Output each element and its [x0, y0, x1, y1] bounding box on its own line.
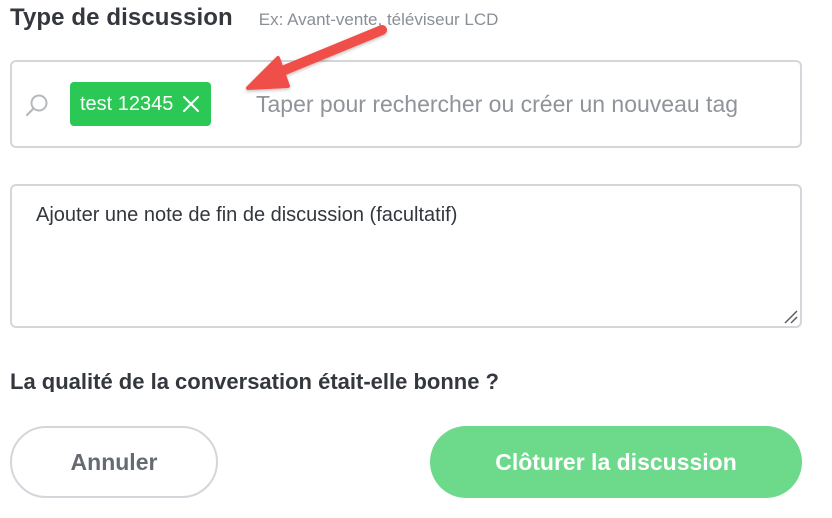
- discussion-note-textarea[interactable]: [10, 184, 802, 328]
- tag-remove-button[interactable]: [181, 94, 201, 114]
- close-discussion-button[interactable]: Clôturer la discussion: [430, 426, 802, 498]
- section-hint: Ex: Avant-vente, téléviseur LCD: [258, 10, 499, 29]
- tag-input-box[interactable]: test 12345: [10, 60, 802, 148]
- close-icon: [183, 96, 200, 112]
- tag-search-input[interactable]: [256, 82, 800, 126]
- section-header: Type de discussion Ex: Avant-vente, télé…: [10, 4, 498, 36]
- tag-chip: test 12345: [70, 82, 212, 126]
- tag-chip-label: test 12345: [80, 92, 174, 115]
- section-title: Type de discussion: [10, 4, 233, 31]
- close-discussion-form: Type de discussion Ex: Avant-vente, télé…: [0, 0, 832, 518]
- quality-question: La qualité de la conversation était-elle…: [10, 369, 499, 392]
- cancel-button[interactable]: Annuler: [10, 426, 218, 498]
- resize-handle-icon[interactable]: [782, 308, 798, 324]
- search-icon: [25, 94, 48, 117]
